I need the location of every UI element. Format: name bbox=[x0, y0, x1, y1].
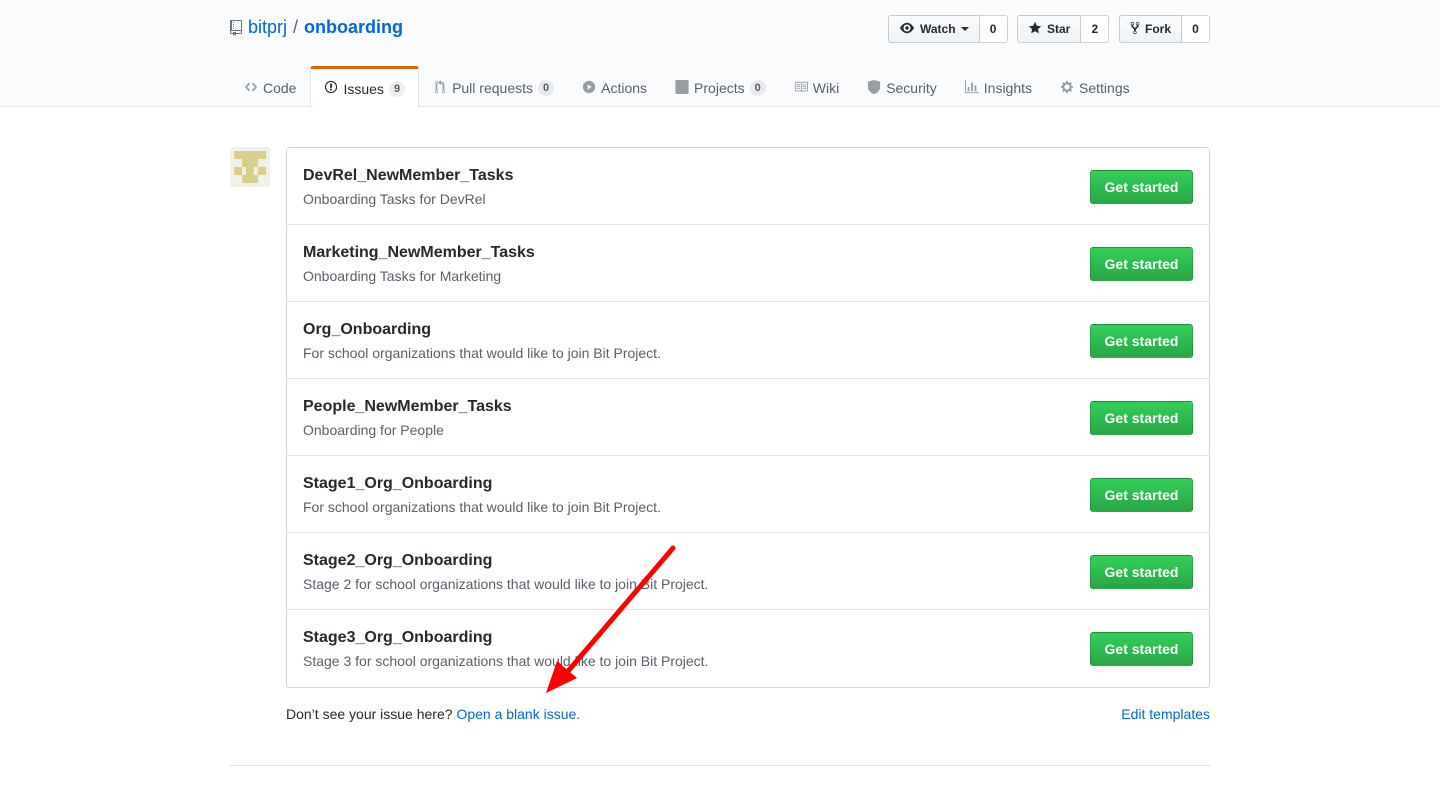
watch-button[interactable]: Watch bbox=[888, 15, 980, 43]
book-icon bbox=[794, 80, 808, 97]
tab-pull-requests[interactable]: Pull requests 0 bbox=[419, 66, 568, 107]
template-name: Marketing_NewMember_Tasks bbox=[303, 244, 535, 261]
shield-icon bbox=[867, 79, 881, 97]
tab-projects[interactable]: Projects 0 bbox=[661, 66, 780, 107]
tab-actions-label: Actions bbox=[601, 80, 648, 96]
tab-issues[interactable]: Issues 9 bbox=[310, 66, 420, 108]
template-row: DevRel_NewMember_Tasks Onboarding Tasks … bbox=[287, 148, 1209, 225]
tab-security[interactable]: Security bbox=[853, 66, 951, 107]
tab-wiki-label: Wiki bbox=[812, 80, 840, 96]
tab-pull-requests-label: Pull requests bbox=[452, 80, 533, 96]
projects-counter: 0 bbox=[749, 80, 766, 96]
template-description: Stage 2 for school organizations that wo… bbox=[303, 576, 709, 592]
tab-settings-label: Settings bbox=[1079, 80, 1130, 96]
template-row: Stage2_Org_Onboarding Stage 2 for school… bbox=[287, 533, 1209, 610]
tab-actions[interactable]: Actions bbox=[568, 66, 661, 107]
tab-settings[interactable]: Settings bbox=[1046, 66, 1144, 107]
edit-templates-link[interactable]: Edit templates bbox=[1121, 706, 1210, 722]
template-name: Stage2_Org_Onboarding bbox=[303, 552, 493, 569]
divider bbox=[230, 765, 1210, 766]
get-started-button[interactable]: Get started bbox=[1090, 247, 1193, 281]
tab-insights[interactable]: Insights bbox=[951, 66, 1046, 107]
template-description: For school organizations that would like… bbox=[303, 345, 661, 361]
template-name: People_NewMember_Tasks bbox=[303, 398, 512, 415]
watch-label: Watch bbox=[920, 22, 956, 36]
template-row: Stage3_Org_Onboarding Stage 3 for school… bbox=[287, 610, 1209, 687]
template-description: Onboarding Tasks for DevRel bbox=[303, 191, 486, 207]
tab-projects-label: Projects bbox=[694, 80, 745, 96]
get-started-button[interactable]: Get started bbox=[1090, 632, 1193, 666]
repo-title: bitprj / onboarding bbox=[230, 17, 403, 38]
template-description: For school organizations that would like… bbox=[303, 499, 661, 515]
template-name: DevRel_NewMember_Tasks bbox=[303, 167, 514, 184]
star-count[interactable]: 2 bbox=[1081, 15, 1110, 43]
template-description: Onboarding for People bbox=[303, 422, 444, 438]
template-description: Onboarding Tasks for Marketing bbox=[303, 268, 502, 284]
watch-count[interactable]: 0 bbox=[979, 15, 1008, 43]
fork-button[interactable]: Fork bbox=[1119, 15, 1183, 43]
fork-count[interactable]: 0 bbox=[1182, 15, 1211, 43]
get-started-button[interactable]: Get started bbox=[1090, 401, 1193, 435]
star-button[interactable]: Star bbox=[1017, 15, 1082, 43]
star-label: Star bbox=[1047, 22, 1071, 36]
repo-separator: / bbox=[293, 17, 299, 37]
blank-issue-prompt: Don’t see your issue here? bbox=[286, 706, 453, 722]
issues-counter: 9 bbox=[388, 80, 406, 97]
template-row: Stage1_Org_Onboarding For school organiz… bbox=[287, 456, 1209, 533]
project-icon bbox=[675, 79, 689, 97]
get-started-button[interactable]: Get started bbox=[1090, 555, 1193, 589]
repo-header: bitprj / onboarding Watch 0 Star 2 Fork … bbox=[0, 0, 1440, 108]
tab-issues-label: Issues bbox=[343, 80, 384, 97]
repo-name-link[interactable]: onboarding bbox=[304, 17, 403, 38]
template-name: Stage3_Org_Onboarding bbox=[303, 629, 493, 646]
watch-group: Watch 0 bbox=[888, 15, 1008, 43]
template-name: Org_Onboarding bbox=[303, 321, 431, 338]
template-description: Stage 3 for school organizations that wo… bbox=[303, 653, 709, 669]
repo-nav: Code Issues 9 Pull requests 0 Actions Pr… bbox=[230, 66, 1144, 108]
star-group: Star 2 bbox=[1017, 15, 1110, 43]
gear-icon bbox=[1060, 80, 1074, 97]
template-row: Org_Onboarding For school organizations … bbox=[287, 302, 1209, 379]
get-started-button[interactable]: Get started bbox=[1090, 324, 1193, 358]
repo-owner-link[interactable]: bitprj bbox=[248, 17, 287, 38]
tab-security-label: Security bbox=[886, 80, 937, 96]
template-row: People_NewMember_Tasks Onboarding for Pe… bbox=[287, 379, 1209, 456]
get-started-button[interactable]: Get started bbox=[1090, 478, 1193, 512]
template-row: Marketing_NewMember_Tasks Onboarding Tas… bbox=[287, 225, 1209, 302]
template-name: Stage1_Org_Onboarding bbox=[303, 475, 493, 492]
git-pull-request-icon bbox=[433, 79, 447, 97]
pulls-counter: 0 bbox=[538, 80, 555, 96]
eye-icon bbox=[899, 21, 915, 38]
code-icon bbox=[244, 80, 258, 97]
play-icon bbox=[582, 80, 596, 97]
fork-group: Fork 0 bbox=[1119, 15, 1211, 43]
issue-opened-icon bbox=[324, 80, 338, 97]
tab-wiki[interactable]: Wiki bbox=[780, 66, 853, 107]
repo-icon bbox=[230, 19, 242, 36]
issue-template-list: DevRel_NewMember_Tasks Onboarding Tasks … bbox=[286, 147, 1210, 688]
tab-code[interactable]: Code bbox=[230, 66, 310, 107]
fork-label: Fork bbox=[1145, 22, 1172, 36]
star-icon bbox=[1028, 21, 1042, 38]
graph-icon bbox=[964, 79, 979, 97]
open-blank-issue-link[interactable]: Open a blank issue. bbox=[456, 706, 580, 722]
fork-icon bbox=[1130, 21, 1140, 38]
chevron-down-icon bbox=[960, 27, 969, 31]
get-started-button[interactable]: Get started bbox=[1090, 170, 1193, 204]
blank-issue-note: Don’t see your issue here? Open a blank … bbox=[286, 706, 580, 722]
tab-insights-label: Insights bbox=[983, 80, 1033, 96]
tab-code-label: Code bbox=[263, 80, 297, 96]
avatar[interactable] bbox=[230, 147, 270, 187]
